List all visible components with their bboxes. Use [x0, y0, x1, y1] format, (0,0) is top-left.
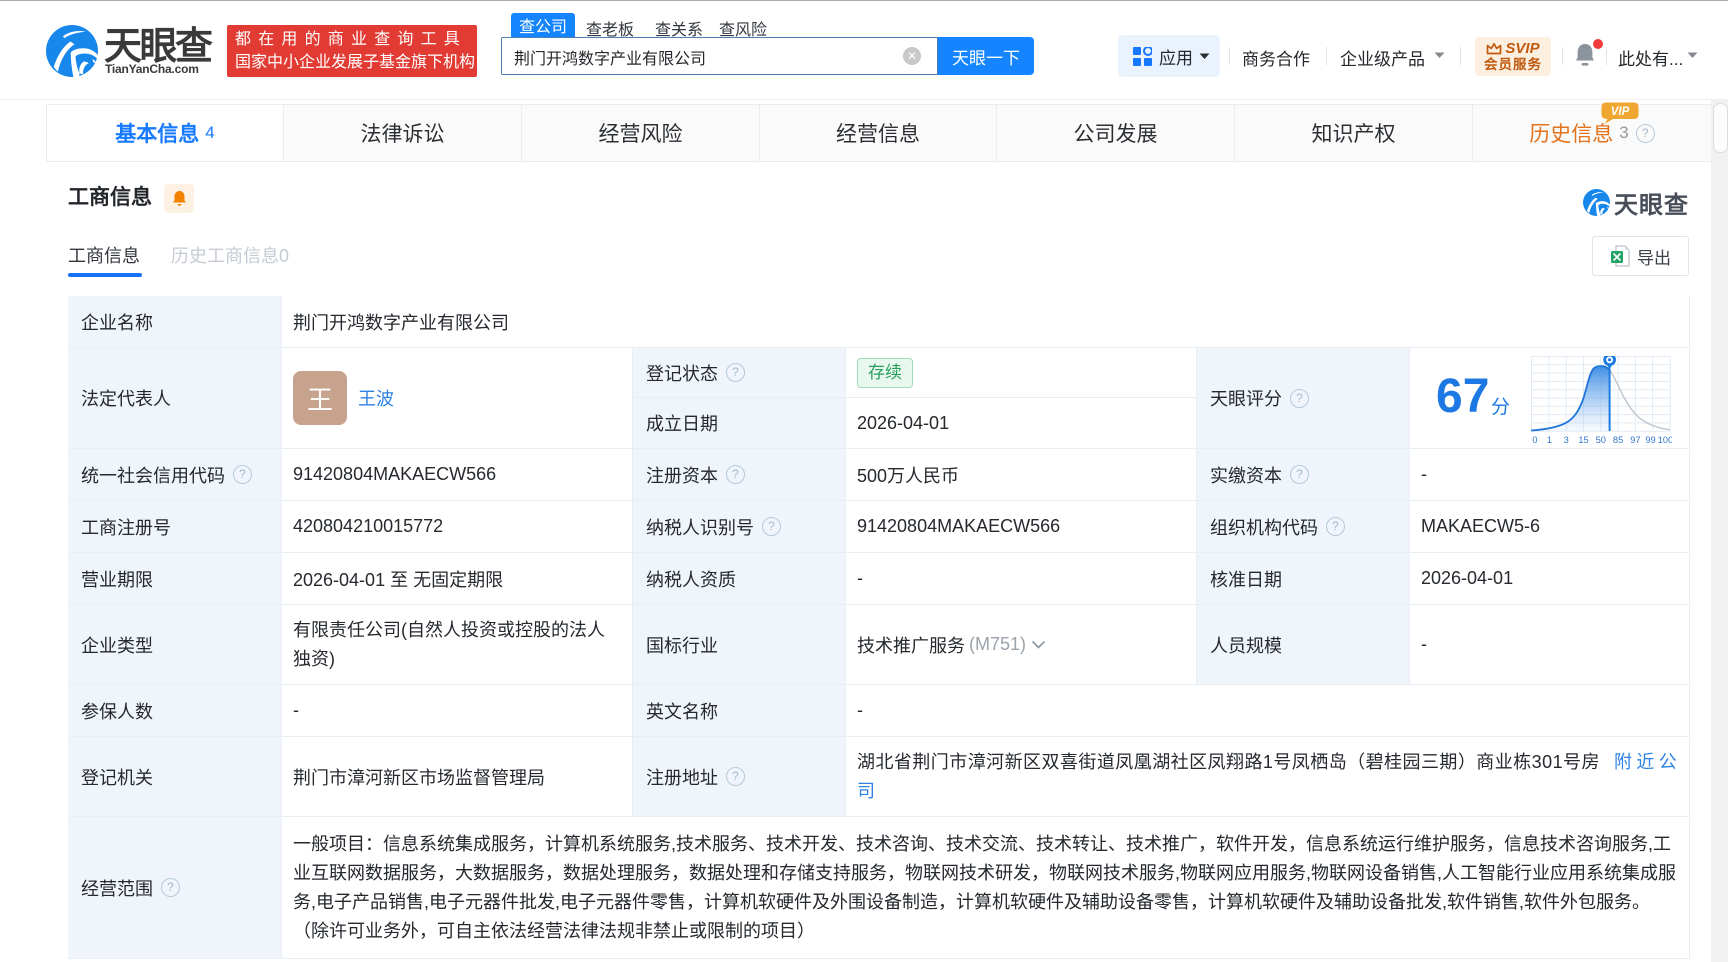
svg-text:100: 100: [1658, 435, 1672, 445]
svg-text:VIP: VIP: [1611, 106, 1630, 118]
svg-text:97: 97: [1630, 435, 1640, 445]
svg-text:15: 15: [1578, 435, 1588, 445]
svg-text:1: 1: [1547, 435, 1552, 445]
svg-text:50: 50: [1596, 435, 1606, 445]
svg-text:0: 0: [1532, 435, 1537, 445]
svg-text:3: 3: [1564, 435, 1569, 445]
svg-text:99: 99: [1645, 435, 1655, 445]
svg-text:85: 85: [1613, 435, 1623, 445]
